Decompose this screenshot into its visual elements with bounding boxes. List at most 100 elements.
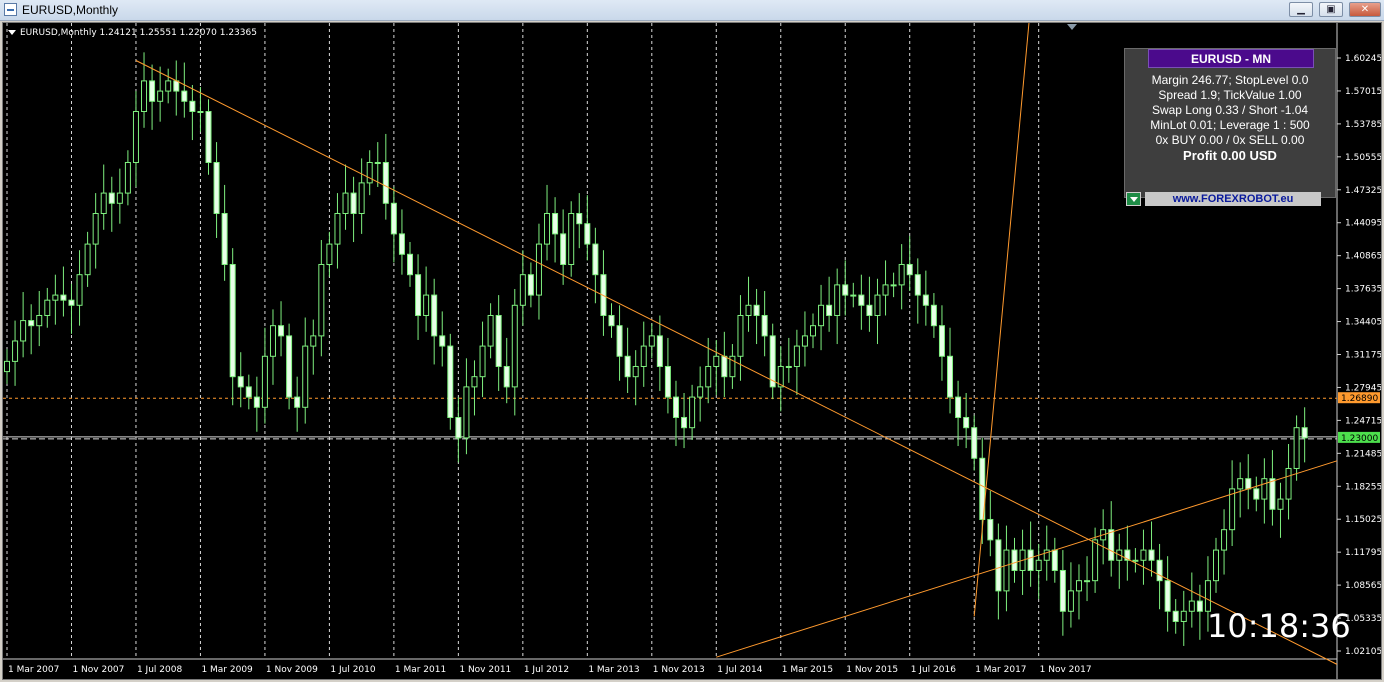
candle-down <box>173 80 180 92</box>
panel-title: EURUSD - MN <box>1148 49 1314 68</box>
candle-down <box>938 325 945 357</box>
candle-down <box>1156 559 1163 582</box>
candle-down <box>382 161 389 204</box>
candle-up <box>1293 427 1300 469</box>
close-button[interactable]: ✕ <box>1349 2 1381 17</box>
forexrobot-link[interactable]: www.FOREXROBOT.eu <box>1145 192 1321 206</box>
candle-up <box>326 243 333 265</box>
y-tick-label: 1.31175 <box>1345 351 1381 361</box>
restore-button[interactable]: ▣ <box>1319 2 1343 17</box>
candle-up <box>705 365 712 388</box>
candle-down <box>842 284 849 296</box>
candle-up <box>358 182 365 214</box>
chart-area[interactable]: 1 Mar 2007 1 Nov 2007 1 Jul 2008 1 Mar 2009… <box>2 22 1382 680</box>
candle-up <box>20 320 27 342</box>
candle-up <box>479 345 486 378</box>
candle-up <box>898 263 905 286</box>
level-price-label: 1.26890 <box>1341 394 1378 404</box>
candle-up <box>511 304 518 388</box>
candle-up <box>116 192 123 204</box>
candle-down <box>826 304 833 316</box>
x-tick-label: 1 Nov 2017 <box>1040 665 1092 675</box>
candle-up <box>1261 478 1268 500</box>
candle-up <box>141 80 148 112</box>
candle-down <box>237 376 244 388</box>
candle-up <box>1237 478 1244 490</box>
margin-line: Margin 246.77; StopLevel 0.0 <box>1151 73 1309 87</box>
candle-up <box>318 263 325 337</box>
y-tick-label: 1.02105 <box>1345 647 1381 657</box>
candle-up <box>92 212 99 245</box>
candle-up <box>463 386 470 439</box>
candle-down <box>1172 610 1179 622</box>
candle-down <box>455 416 462 439</box>
candle-up <box>165 80 172 92</box>
candle-up <box>1092 539 1099 582</box>
candle-up <box>1132 559 1139 562</box>
candle-down <box>286 335 293 398</box>
x-tick-label: 1 Mar 2009 <box>201 665 253 675</box>
candle-up <box>342 192 349 214</box>
chart-shift-marker[interactable] <box>1067 24 1077 30</box>
candle-up <box>810 325 816 337</box>
panel-toggle-icon[interactable] <box>1126 192 1141 206</box>
candle-down <box>1301 427 1308 439</box>
candle-up <box>4 360 10 373</box>
y-tick-label: 1.60245 <box>1345 54 1381 64</box>
candle-up <box>471 376 478 388</box>
candle-up <box>261 355 268 408</box>
x-tick-label: 1 Mar 2015 <box>782 665 833 675</box>
x-tick-label: 1 Jul 2012 <box>524 665 569 675</box>
candle-down <box>1164 580 1171 612</box>
candle-up <box>519 274 526 306</box>
candle-down <box>527 274 534 296</box>
candle-down <box>503 365 510 388</box>
candle-down <box>60 294 67 301</box>
candle-up <box>132 110 139 163</box>
x-tick-label: 1 Mar 2007 <box>8 665 59 675</box>
candle-down <box>922 294 929 306</box>
candle-up <box>487 314 494 347</box>
current-price-label: 1.23000 <box>1341 434 1378 444</box>
y-tick-label: 1.34405 <box>1345 318 1381 328</box>
candle-up <box>1140 549 1147 561</box>
candle-down <box>294 396 301 408</box>
candle-down <box>1148 549 1155 561</box>
candle-up <box>834 284 841 316</box>
x-tick-label: 1 Jul 2016 <box>911 665 956 675</box>
candle-down <box>189 100 196 112</box>
candle-down <box>149 80 156 102</box>
candle-down <box>761 314 768 337</box>
candle-up <box>648 335 655 347</box>
candle-up <box>197 110 204 113</box>
candle-up <box>640 345 647 367</box>
y-tick-label: 1.53785 <box>1345 120 1381 130</box>
profit-line: Profit 0.00 USD <box>1183 148 1277 163</box>
candle-up <box>1067 590 1074 612</box>
candle-down <box>866 304 873 316</box>
candle-up <box>1035 559 1042 571</box>
candle-down <box>664 365 671 398</box>
symbol-info-panel: EURUSD - MN Margin 246.77; StopLevel 0.0… <box>1124 48 1336 206</box>
minimize-button[interactable]: ▁ <box>1289 2 1313 17</box>
candle-up <box>689 396 696 429</box>
swap-line: Swap Long 0.33 / Short -1.04 <box>1151 103 1309 117</box>
candle-down <box>930 304 937 327</box>
candle-up <box>124 161 131 194</box>
candle-down <box>1059 569 1066 612</box>
candle-down <box>245 386 252 398</box>
candle-down <box>584 223 591 245</box>
chart-header: EURUSD,Monthly 1.24121 1.25551 1.22070 1… <box>8 28 257 38</box>
candle-up <box>334 212 341 245</box>
candle-down <box>431 294 438 337</box>
candle-up <box>310 335 317 347</box>
chart-menu-icon[interactable] <box>8 30 16 35</box>
candle-up <box>1075 580 1082 592</box>
candle-down <box>181 90 188 102</box>
candle-down <box>213 161 220 214</box>
y-tick-label: 1.21485 <box>1345 449 1381 459</box>
candle-up <box>568 212 575 265</box>
candle-up <box>1277 498 1284 510</box>
candle-up <box>1180 610 1187 622</box>
x-tick-label: 1 Nov 2015 <box>846 665 898 675</box>
